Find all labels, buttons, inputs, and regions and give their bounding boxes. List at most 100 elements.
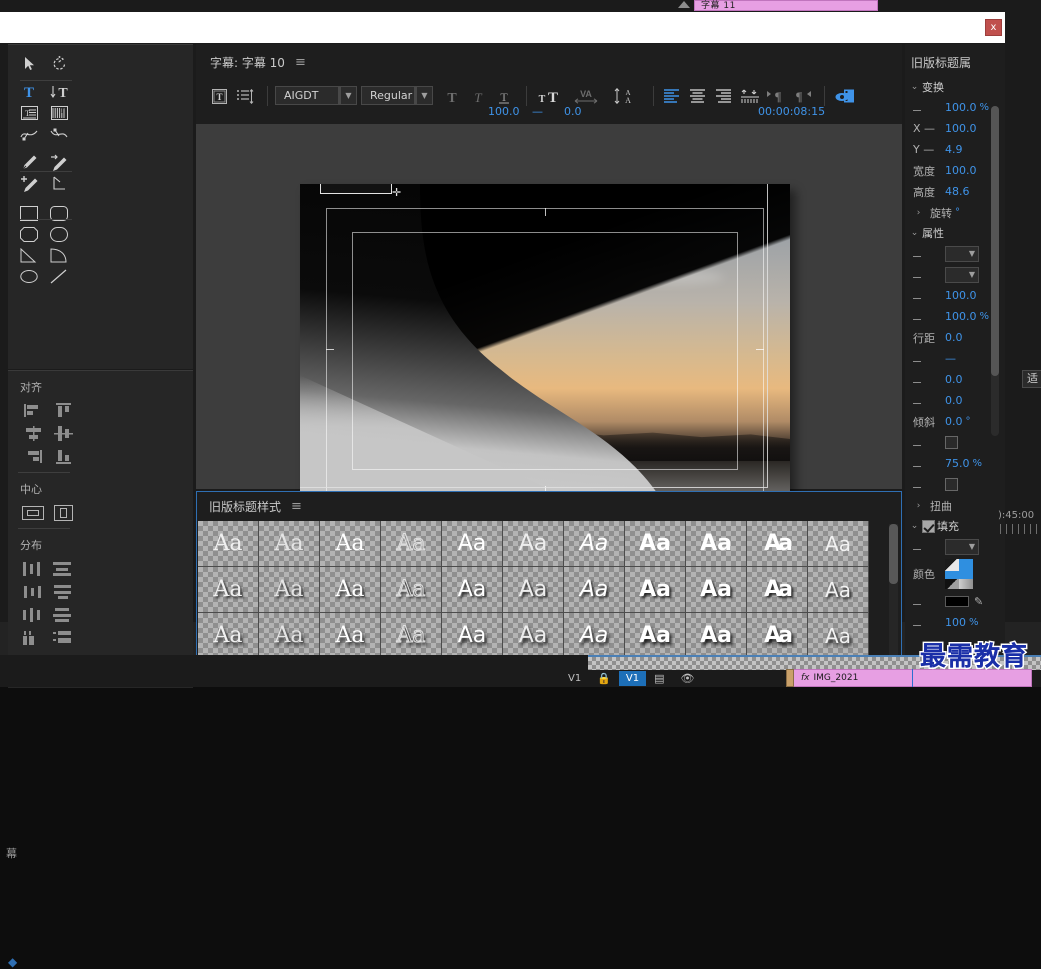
align-top-button[interactable] [48, 399, 78, 422]
panel-menu-icon[interactable]: ≡ [291, 499, 302, 514]
leading-button[interactable]: AA [608, 86, 642, 106]
style-swatch[interactable]: Aa [320, 613, 381, 659]
style-swatch[interactable]: Aa [625, 567, 686, 613]
fill-color[interactable] [945, 559, 973, 589]
slant-value[interactable]: 0.0 [945, 415, 963, 428]
group-enable-checkbox[interactable] [922, 519, 935, 533]
style-swatch[interactable]: Aa [259, 567, 320, 613]
styles-scroll-thumb[interactable] [889, 524, 898, 584]
y-position-value[interactable]: 4.9 [945, 143, 963, 156]
rounded-rectangle-tool[interactable] [44, 203, 74, 224]
disclosure-triangle-icon[interactable]: ⌄ [909, 228, 920, 238]
property-group-header[interactable]: ⌄ 填充 [905, 516, 1005, 536]
delete-anchor-tool[interactable] [44, 152, 74, 173]
font-family-dropdown-arrow[interactable]: ▼ [339, 86, 357, 105]
style-swatch[interactable]: Aa [686, 521, 747, 567]
kerning-button[interactable]: VA [568, 86, 604, 106]
insert-logo-right-button[interactable]: ¶ [791, 86, 813, 106]
style-swatch[interactable]: Aa [198, 567, 259, 613]
style-swatch[interactable]: Aa [320, 521, 381, 567]
style-swatch[interactable]: Aa [381, 567, 442, 613]
style-swatch[interactable]: Aa [198, 521, 259, 567]
track-toggle-button[interactable]: V1 [618, 670, 647, 686]
style-swatch[interactable]: Aa [625, 521, 686, 567]
distribute-top-button[interactable] [48, 557, 78, 580]
property-group-header[interactable]: ⌄ 变换 [905, 77, 1005, 97]
distribute-even-v-button[interactable] [48, 626, 78, 649]
distribute-center-v-button[interactable] [48, 580, 78, 603]
center-horizontally-button[interactable] [18, 501, 48, 524]
insert-logo-left-button[interactable]: ¶ [765, 86, 787, 106]
fill-type-select[interactable]: ▼ [945, 538, 979, 555]
font-family-select[interactable]: ▼ [945, 245, 979, 262]
rectangle-tool[interactable] [14, 203, 44, 224]
disclosure-triangle-icon[interactable]: ⌄ [909, 521, 920, 531]
align-left-button[interactable] [18, 399, 48, 422]
center-vertically-button[interactable] [48, 501, 78, 524]
bold-button[interactable]: T [441, 86, 463, 106]
font-size-button[interactable]: TT [534, 86, 564, 106]
align-horizontal-center-button[interactable] [18, 422, 48, 445]
opacity-value[interactable]: 100.0 [945, 101, 977, 114]
width-value[interactable]: 100.0 [945, 164, 977, 177]
font-size-value[interactable]: 100.0 [488, 105, 520, 118]
align-vertical-center-button[interactable] [48, 422, 78, 445]
style-swatch[interactable]: Aa [259, 613, 320, 659]
properties-scroll-thumb[interactable] [991, 106, 999, 376]
font-style-dropdown-arrow[interactable]: ▼ [415, 86, 433, 105]
style-swatch[interactable]: Aa [686, 567, 747, 613]
style-swatch[interactable]: Aa [564, 567, 625, 613]
leading-value[interactable]: 0.0 [945, 331, 963, 344]
font-style-select[interactable]: Regular [361, 86, 415, 105]
selection-tool[interactable] [14, 53, 44, 74]
video-preview[interactable]: ✛ [300, 184, 790, 514]
clip-trim-handle[interactable] [786, 669, 794, 687]
vertical-area-type-tool[interactable]: T [44, 102, 74, 123]
pen-tool[interactable] [14, 152, 44, 173]
wedge-tool[interactable] [14, 245, 44, 266]
style-swatch[interactable]: Aa [503, 521, 564, 567]
sync-lock-icon[interactable]: ▤ [654, 672, 664, 685]
x-position-value[interactable]: 100.0 [945, 122, 977, 135]
style-swatch[interactable]: Aa [503, 567, 564, 613]
style-swatch[interactable]: Aa [564, 521, 625, 567]
distribute-bottom-button[interactable] [48, 603, 78, 626]
timeline-clip-subtitle-11[interactable]: 字幕 11 [694, 0, 878, 11]
fill-opacity-value[interactable]: 100 [945, 616, 966, 629]
text-entry-box[interactable] [320, 184, 392, 194]
property-group-header[interactable]: ⌄ 属性 [905, 223, 1005, 243]
clipped-rectangle-tool[interactable] [14, 224, 44, 245]
show-background-video-button[interactable] [832, 86, 858, 106]
area-type-tool[interactable]: T [14, 102, 44, 123]
style-swatch[interactable]: Aa [503, 613, 564, 659]
distribute-left-button[interactable] [18, 557, 48, 580]
path-type-tool[interactable] [14, 123, 44, 144]
style-swatch[interactable]: Aa [442, 567, 503, 613]
italic-button[interactable]: T [467, 86, 489, 106]
kerning-value[interactable]: — [532, 105, 543, 118]
style-swatch[interactable]: Aa [381, 613, 442, 659]
lock-icon[interactable]: 🔒 [597, 672, 611, 685]
font-style-select[interactable]: ▼ [945, 266, 979, 283]
vertical-type-tool[interactable]: T [44, 81, 74, 102]
style-swatch[interactable]: Aa [442, 521, 503, 567]
color-stop[interactable] [945, 596, 969, 607]
rotate-tool[interactable] [44, 53, 74, 74]
panel-menu-icon[interactable]: ≡ [295, 55, 306, 70]
style-swatch[interactable]: Aa [625, 613, 686, 659]
close-icon[interactable]: x [985, 19, 1002, 36]
font-family-select[interactable]: AIGDT [275, 86, 339, 105]
style-swatch[interactable]: Aa [808, 521, 869, 567]
eye-icon[interactable]: 👁 [681, 672, 695, 685]
tracking-value[interactable]: 0.0 [945, 373, 963, 386]
style-swatch[interactable]: Aa [747, 613, 808, 659]
style-swatch[interactable]: Aa [808, 613, 869, 659]
distribute-center-h-button[interactable] [18, 580, 48, 603]
type-tool[interactable]: T [14, 81, 44, 102]
disclosure-triangle-icon[interactable]: › [913, 208, 924, 218]
font-size-value[interactable]: 100.0 [945, 289, 977, 302]
style-swatch[interactable]: Aa [808, 567, 869, 613]
disclosure-triangle-icon[interactable]: › [913, 501, 924, 511]
align-center-button[interactable] [687, 86, 709, 106]
align-left-button[interactable] [661, 86, 683, 106]
